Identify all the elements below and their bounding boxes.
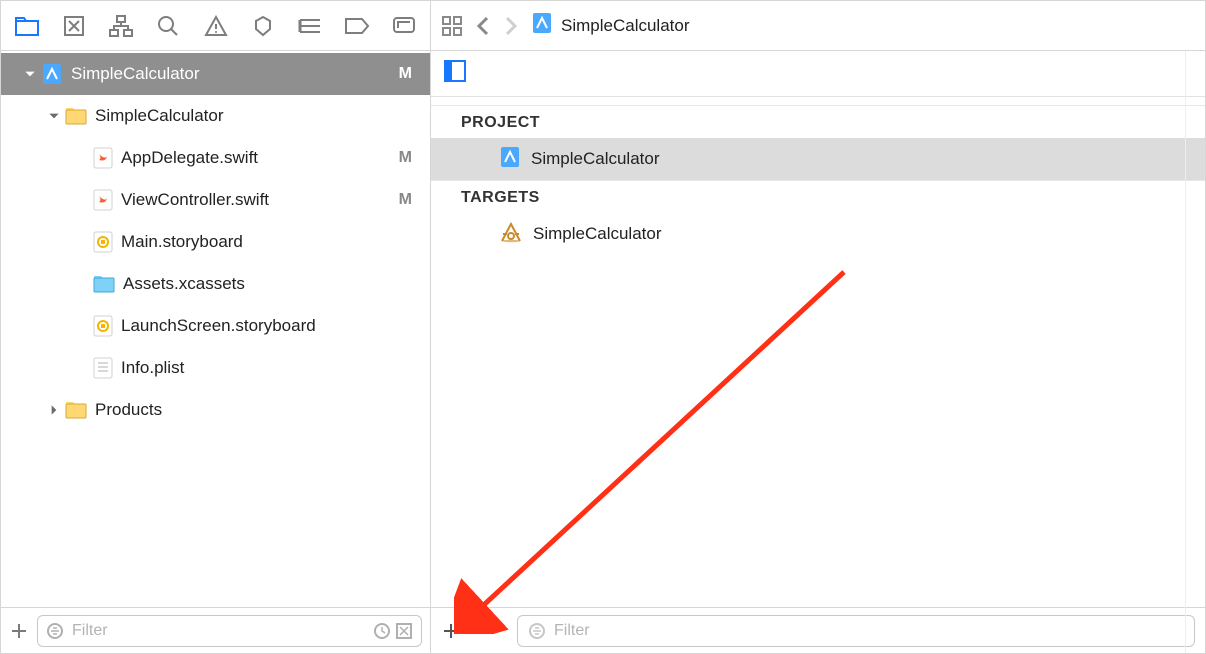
add-target-button[interactable] <box>441 621 461 641</box>
file-row[interactable]: ViewController.swift M <box>1 179 430 221</box>
folder-row[interactable]: Products <box>1 389 430 431</box>
targets-header: TARGETS <box>431 181 1205 213</box>
storyboard-file-icon <box>93 231 113 253</box>
file-label: Assets.xcassets <box>123 274 245 294</box>
folder-label: Products <box>95 400 162 420</box>
navigator-filter-field[interactable] <box>37 615 422 647</box>
gauge-icon <box>298 16 322 36</box>
app-target-icon <box>499 221 523 248</box>
folder-label: SimpleCalculator <box>95 106 224 126</box>
remove-target-button[interactable] <box>479 621 499 641</box>
navigator-bottom-bar <box>1 607 430 653</box>
issue-navigator-tab[interactable] <box>196 6 236 46</box>
navigator-tab-bar <box>1 1 430 51</box>
jump-bar: SimpleCalculator <box>431 1 1205 51</box>
scm-icon <box>63 15 85 37</box>
symbol-navigator-tab[interactable] <box>101 6 141 46</box>
swift-file-icon <box>93 147 113 169</box>
debug-navigator-tab[interactable] <box>290 6 330 46</box>
warning-icon <box>204 15 228 37</box>
test-navigator-tab[interactable] <box>243 6 283 46</box>
navigator-filter-input[interactable] <box>70 621 367 641</box>
filter-icon <box>46 622 64 640</box>
chevron-down-icon <box>47 109 61 123</box>
source-control-navigator-tab[interactable] <box>54 6 94 46</box>
file-row[interactable]: AppDelegate.swift M <box>1 137 430 179</box>
file-row[interactable]: Assets.xcassets <box>1 263 430 305</box>
hierarchy-icon <box>109 15 133 37</box>
jump-bar-crumb[interactable]: SimpleCalculator <box>531 12 690 39</box>
folder-icon <box>15 16 39 36</box>
folder-row[interactable]: SimpleCalculator <box>1 95 430 137</box>
chevron-right-icon <box>47 403 61 417</box>
assets-folder-icon <box>93 275 115 293</box>
file-label: Info.plist <box>121 358 184 378</box>
editor-body: PROJECT SimpleCalculator TARGETS SimpleC… <box>431 51 1205 653</box>
editor-mode-bar <box>431 51 1205 97</box>
project-tree: SimpleCalculator M SimpleCalculator AppD… <box>1 51 430 607</box>
related-items-icon[interactable] <box>441 15 463 37</box>
back-button[interactable] <box>475 15 491 37</box>
clock-icon[interactable] <box>373 622 391 640</box>
forward-button[interactable] <box>503 15 519 37</box>
folder-icon <box>65 401 87 419</box>
outline-toggle-button[interactable] <box>443 59 467 88</box>
test-icon <box>252 15 274 37</box>
target-item-row[interactable]: SimpleCalculator <box>431 213 1205 255</box>
folder-icon <box>65 107 87 125</box>
filter-icon <box>528 622 546 640</box>
file-label: LaunchScreen.storyboard <box>121 316 316 336</box>
project-header: PROJECT <box>431 106 1205 138</box>
add-button[interactable] <box>9 621 29 641</box>
project-item-row[interactable]: SimpleCalculator <box>431 138 1205 180</box>
file-label: ViewController.swift <box>121 190 269 210</box>
xcode-project-icon <box>499 146 521 173</box>
xcode-project-icon <box>531 12 553 39</box>
file-label: AppDelegate.swift <box>121 148 258 168</box>
navigator-panel: SimpleCalculator M SimpleCalculator AppD… <box>1 1 431 653</box>
report-icon <box>392 16 416 36</box>
target-filter-input[interactable] <box>552 621 1184 641</box>
find-navigator-tab[interactable] <box>148 6 188 46</box>
tag-icon <box>344 17 370 35</box>
target-filter-field[interactable] <box>517 615 1195 647</box>
xcode-project-icon <box>41 63 63 85</box>
report-navigator-tab[interactable] <box>384 6 424 46</box>
scm-status-badge: M <box>399 65 412 83</box>
project-navigator-tab[interactable] <box>7 6 47 46</box>
search-icon <box>157 15 179 37</box>
target-item-label: SimpleCalculator <box>533 224 662 244</box>
scm-icon[interactable] <box>395 622 413 640</box>
project-item-label: SimpleCalculator <box>531 149 660 169</box>
file-label: Main.storyboard <box>121 232 243 252</box>
project-outline-list: PROJECT SimpleCalculator TARGETS SimpleC… <box>431 97 1205 607</box>
jump-bar-title: SimpleCalculator <box>561 16 690 36</box>
file-row[interactable]: Info.plist <box>1 347 430 389</box>
chevron-down-icon <box>23 67 37 81</box>
plist-file-icon <box>93 357 113 379</box>
storyboard-file-icon <box>93 315 113 337</box>
file-row[interactable]: LaunchScreen.storyboard <box>1 305 430 347</box>
scm-status-badge: M <box>399 149 412 167</box>
editor-panel: SimpleCalculator PROJECT SimpleCalculato… <box>431 1 1205 653</box>
breakpoint-navigator-tab[interactable] <box>337 6 377 46</box>
project-root-label: SimpleCalculator <box>71 64 200 84</box>
file-row[interactable]: Main.storyboard <box>1 221 430 263</box>
swift-file-icon <box>93 189 113 211</box>
project-root-row[interactable]: SimpleCalculator M <box>1 53 430 95</box>
editor-scrollbar[interactable] <box>1185 51 1205 653</box>
editor-bottom-bar <box>431 607 1205 653</box>
scm-status-badge: M <box>399 191 412 209</box>
